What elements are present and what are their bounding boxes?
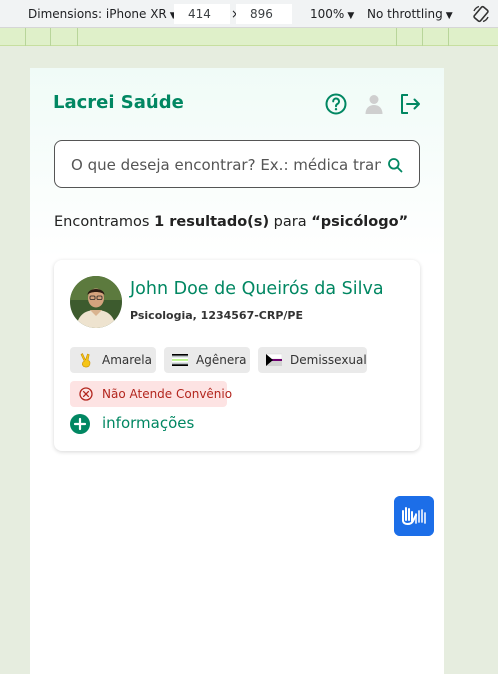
plus-circle-icon (70, 414, 90, 434)
tag-demissexual: Demissexual (258, 347, 367, 373)
throttling-select-label: No throttling (367, 7, 443, 21)
tag-agenera: Agênera (164, 347, 250, 373)
zoom-select[interactable]: 100% ▼ (310, 7, 354, 21)
caret-down-icon: ▼ (347, 11, 355, 21)
x-circle-icon (79, 387, 93, 401)
tag-label: Amarela (102, 353, 152, 367)
professional-name[interactable]: John Doe de Queirós da Silva (130, 279, 384, 299)
results-summary: Encontramos 1 resultado(s) para “psicólo… (54, 214, 408, 230)
help-icon[interactable] (324, 92, 348, 116)
tag-amarela: Amarela (70, 347, 156, 373)
results-query: “psicólogo” (311, 214, 409, 230)
insurance-label: Não Atende Convênio (102, 387, 233, 401)
search-icon[interactable] (387, 157, 403, 173)
professional-specialty: Psicologia, 1234567-CRP/PE (130, 309, 304, 322)
logout-icon[interactable] (398, 92, 422, 116)
results-prefix: Encontramos (54, 214, 155, 230)
tag-label: Agênera (196, 353, 247, 367)
more-info-label: informações (102, 414, 195, 432)
phone-viewport: Lacrei Saúde Encontramos 1 resultado(s) … (30, 68, 444, 674)
sign-language-accessibility-button[interactable] (394, 496, 434, 536)
tag-label: Demissexual (290, 353, 367, 367)
user-icon[interactable] (362, 92, 386, 116)
device-select-label: Dimensions: iPhone XR (28, 7, 167, 21)
media-query-marker[interactable] (50, 28, 51, 46)
results-count: 1 resultado(s) (154, 214, 270, 230)
media-query-marker[interactable] (77, 28, 78, 46)
width-input[interactable]: 414 (174, 4, 230, 24)
height-input[interactable]: 896 (236, 4, 292, 24)
caret-down-icon: ▼ (445, 11, 453, 21)
rotate-icon[interactable] (472, 5, 490, 23)
avatar[interactable] (70, 276, 122, 328)
search-input[interactable] (71, 154, 381, 176)
devtools-device-toolbar: Dimensions: iPhone XR▼ 414 × 896 100%▼ N… (0, 0, 498, 28)
media-query-bar (0, 28, 498, 46)
media-query-marker[interactable] (396, 28, 397, 46)
search-box (54, 140, 420, 188)
peace-hand-icon (80, 353, 91, 368)
professional-card: John Doe de Queirós da Silva Psicologia,… (54, 260, 420, 451)
zoom-select-label: 100% (310, 7, 345, 21)
agender-flag-icon (172, 354, 188, 366)
media-query-marker[interactable] (25, 28, 26, 46)
demisexual-flag-icon (266, 353, 282, 366)
insurance-badge: Não Atende Convênio (70, 381, 232, 407)
results-middle: para (269, 214, 312, 230)
media-query-marker[interactable] (422, 28, 423, 46)
media-query-marker[interactable] (448, 28, 449, 46)
throttling-select[interactable]: No throttling ▼ (367, 7, 453, 21)
device-select[interactable]: Dimensions: iPhone XR▼ (28, 7, 177, 21)
brand-logo[interactable]: Lacrei Saúde (53, 92, 184, 113)
